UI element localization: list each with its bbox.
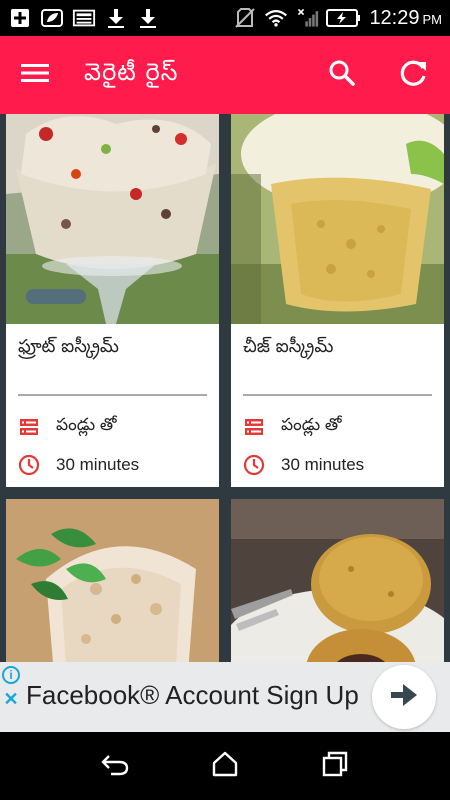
ad-arrow-button[interactable]	[372, 665, 436, 729]
fried-ball-dessert-photo	[231, 499, 444, 662]
category-label: పండ్లు తో	[281, 415, 342, 434]
search-button[interactable]	[306, 36, 378, 114]
recipe-category: పండ్లు తో	[231, 408, 444, 446]
refresh-button[interactable]	[378, 36, 450, 114]
recipe-time: 30 minutes	[231, 446, 444, 484]
coconut-dessert-photo	[6, 499, 219, 662]
divider	[243, 394, 432, 396]
recipe-grid: ఫ్రూట్ ఐస్క్రీమ్ పండ్లు తో 30 minutes చీ…	[0, 114, 450, 662]
recents-button[interactable]	[310, 741, 360, 791]
search-icon	[328, 59, 356, 91]
back-button[interactable]	[90, 741, 140, 791]
download-icon	[136, 7, 160, 29]
category-icon	[18, 416, 40, 438]
recipe-card[interactable]	[231, 499, 444, 662]
recipe-time: 30 minutes	[6, 446, 219, 484]
cheese-ice-cream-photo	[231, 114, 444, 324]
home-button[interactable]	[200, 741, 250, 791]
add-box-icon	[8, 7, 32, 29]
hamburger-menu-icon	[21, 62, 49, 88]
menu-button[interactable]	[0, 36, 70, 114]
ad-text[interactable]: Facebook® Account Sign Up	[26, 680, 359, 711]
image-icon	[72, 7, 96, 29]
battery-charging-icon	[326, 7, 362, 29]
navigation-bar	[0, 732, 450, 800]
download-icon	[104, 7, 128, 29]
no-sim-icon	[233, 7, 257, 29]
recipe-card[interactable]: చీజ్ ఐస్క్రీమ్ పండ్లు తో 30 minutes	[231, 114, 444, 487]
recipe-title: చీజ్ ఐస్క్రీమ్	[243, 336, 334, 357]
app-screen: 12:29 PM వెరైటీ రైస్ ఫ్రూట్ ఐస్క్రీమ్ పం…	[0, 0, 450, 800]
status-bar: 12:29 PM	[0, 0, 450, 36]
time-label: 30 minutes	[56, 455, 140, 474]
back-icon	[101, 752, 129, 780]
time-label: 30 minutes	[281, 455, 365, 474]
recents-icon	[322, 751, 348, 781]
leaf-icon	[40, 7, 64, 29]
recipe-card[interactable]: ఫ్రూట్ ఐస్క్రీమ్ పండ్లు తో 30 minutes	[6, 114, 219, 487]
arrow-right-icon	[389, 682, 419, 712]
recipe-title: ఫ్రూట్ ఐస్క్రీమ్	[18, 336, 119, 357]
clock: 12:29 PM	[369, 6, 442, 29]
category-icon	[243, 416, 265, 438]
refresh-icon	[399, 58, 429, 92]
recipe-card[interactable]	[6, 499, 219, 662]
info-icon[interactable]: i	[2, 666, 20, 684]
fruit-ice-cream-photo	[6, 114, 219, 324]
app-bar: వెరైటీ రైస్	[0, 36, 450, 114]
home-icon	[211, 751, 239, 781]
divider	[18, 394, 207, 396]
wifi-icon	[264, 7, 288, 29]
recipe-category: పండ్లు తో	[6, 408, 219, 446]
category-label: పండ్లు తో	[56, 415, 117, 434]
close-icon[interactable]: ✕	[2, 689, 20, 709]
signal-icon	[295, 7, 319, 29]
clock-icon	[243, 454, 265, 476]
page-title: వెరైటీ రైస్	[84, 58, 179, 86]
clock-icon	[18, 454, 40, 476]
